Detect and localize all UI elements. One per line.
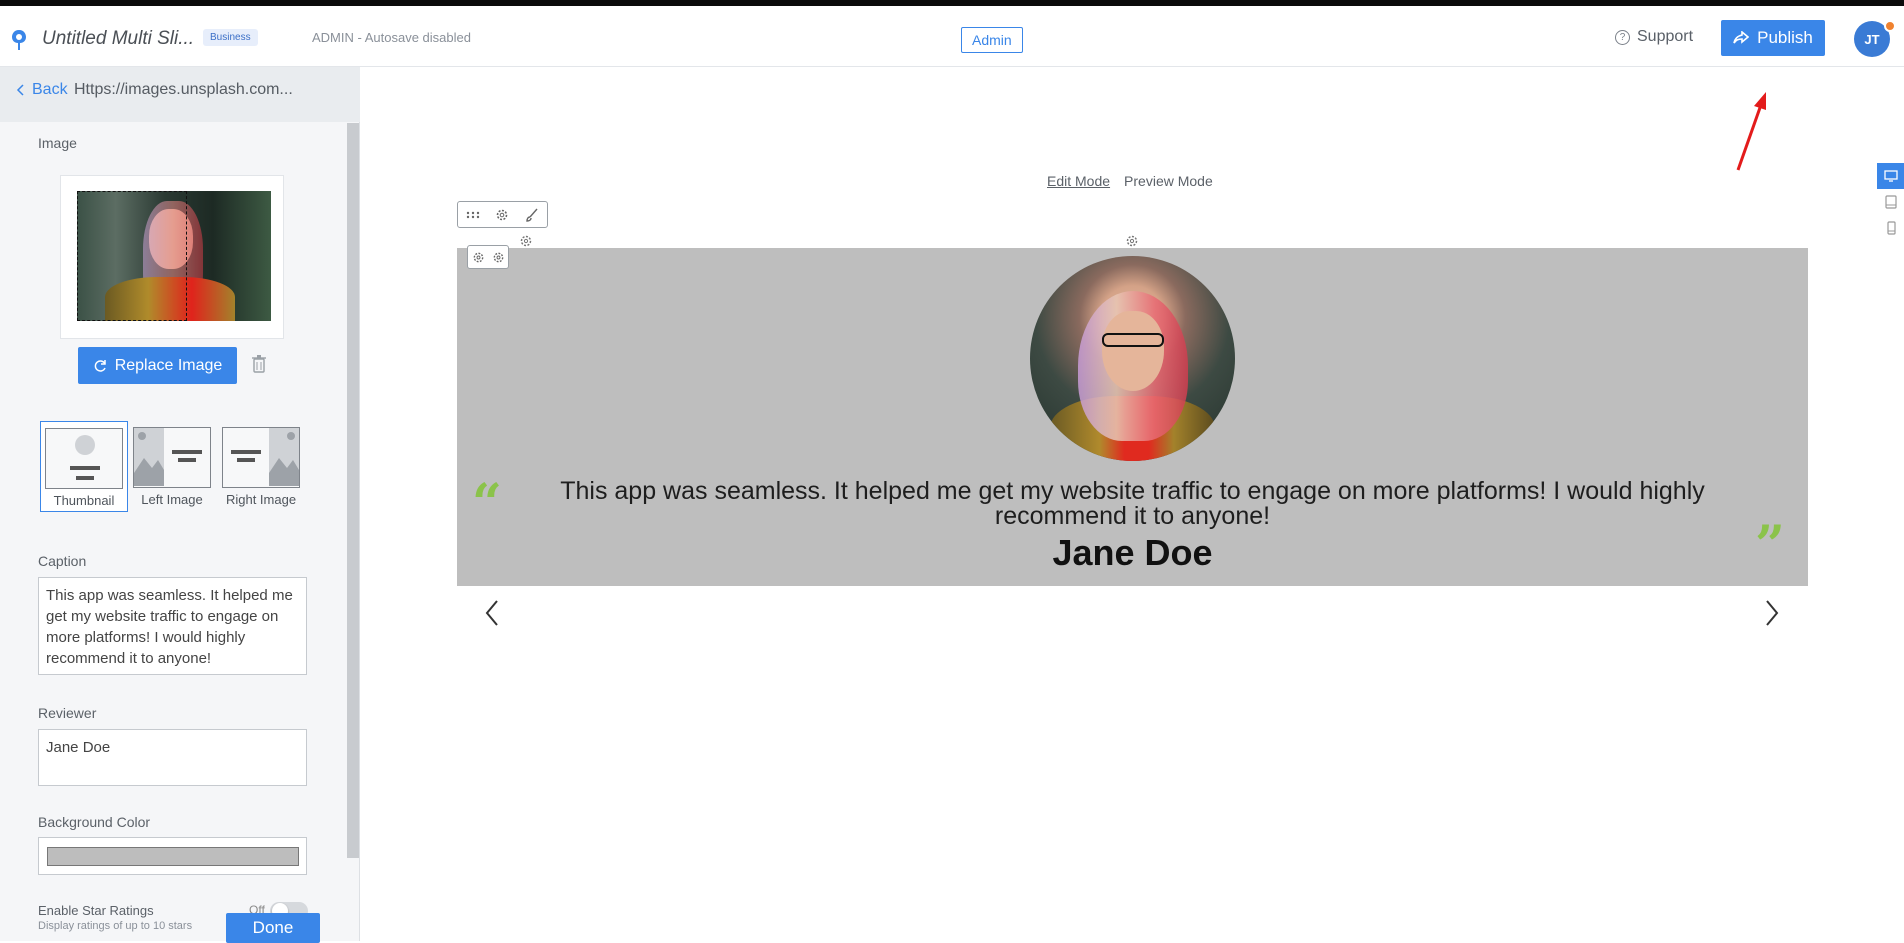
- device-switcher: [1877, 163, 1904, 243]
- back-label: Back: [32, 81, 68, 98]
- testimonial-caption[interactable]: This app was seamless. It helped me get …: [540, 479, 1725, 529]
- reviewer-label: Reviewer: [38, 705, 97, 721]
- crop-frame[interactable]: [77, 191, 187, 321]
- layout-right-label: Right Image: [225, 492, 297, 507]
- sidebar-scrollbar[interactable]: [347, 123, 359, 858]
- refresh-icon: [94, 359, 106, 372]
- slide-toolbar: [467, 245, 509, 269]
- help-icon: ?: [1615, 29, 1630, 45]
- mode-tabs: Edit Mode Preview Mode: [1047, 173, 1213, 189]
- image-url: Https://images.unsplash.com...: [74, 81, 293, 98]
- replace-image-button[interactable]: Replace Image: [78, 347, 237, 384]
- desktop-icon: [1883, 170, 1898, 182]
- app-logo-icon[interactable]: [10, 28, 28, 52]
- section-toolbar: [457, 201, 548, 228]
- tablet-view-button[interactable]: [1877, 189, 1904, 215]
- back-button[interactable]: Back: [16, 81, 68, 99]
- chevron-left-icon: [16, 84, 24, 96]
- open-quote-icon: “: [472, 473, 502, 534]
- admin-button[interactable]: Admin: [961, 27, 1023, 53]
- layout-thumbnail-label: Thumbnail: [53, 493, 115, 508]
- app-header: Untitled Multi Sli... Business ADMIN - A…: [0, 6, 1904, 67]
- bg-color-picker[interactable]: [38, 837, 307, 875]
- mountain-image-icon: [134, 428, 164, 486]
- tablet-icon: [1884, 195, 1897, 209]
- notification-dot: [1884, 20, 1896, 32]
- settings-sidebar: Back Https://images.unsplash.com... Imag…: [0, 67, 360, 943]
- share-icon: [1733, 31, 1750, 44]
- line-decor: [76, 476, 94, 480]
- line-decor: [172, 450, 202, 454]
- tab-preview-mode[interactable]: Preview Mode: [1124, 173, 1213, 189]
- replace-image-label: Replace Image: [114, 356, 223, 374]
- plan-badge: Business: [203, 29, 258, 46]
- image-label: Image: [38, 135, 77, 151]
- annotation-arrow: [1736, 92, 1766, 171]
- publish-label: Publish: [1757, 28, 1813, 47]
- layout-right-image[interactable]: Right Image: [222, 427, 300, 507]
- brush-icon[interactable]: [525, 208, 539, 222]
- back-bar: Back Https://images.unsplash.com...: [0, 67, 360, 122]
- image-preview-card: [60, 175, 284, 339]
- autosave-status: ADMIN - Autosave disabled: [312, 30, 471, 45]
- layout-thumbnail[interactable]: Thumbnail: [40, 421, 128, 512]
- line-decor: [237, 458, 255, 462]
- caption-field[interactable]: This app was seamless. It helped me get …: [38, 577, 307, 675]
- chevron-right-icon[interactable]: [1762, 597, 1782, 629]
- line-decor: [70, 466, 100, 470]
- gear-icon[interactable]: [495, 208, 509, 222]
- mountain-image-icon: [269, 428, 299, 486]
- layout-right-preview: [222, 427, 300, 488]
- support-label: Support: [1637, 28, 1694, 45]
- trash-icon[interactable]: [252, 355, 266, 373]
- tab-edit-mode[interactable]: Edit Mode: [1047, 173, 1110, 189]
- layout-left-label: Left Image: [141, 492, 203, 507]
- bg-color-label: Background Color: [38, 814, 151, 830]
- caption-label: Caption: [38, 553, 87, 569]
- reviewer-photo[interactable]: [1030, 256, 1235, 461]
- done-button[interactable]: Done: [226, 913, 320, 943]
- photo-glasses: [1102, 333, 1164, 347]
- gear-icon[interactable]: [492, 251, 505, 264]
- layout-thumbnail-preview: [45, 428, 123, 489]
- bg-color-swatch: [47, 847, 299, 866]
- close-quote-icon: ”: [1755, 515, 1785, 576]
- star-ratings-label: Enable Star Ratings: [38, 903, 154, 918]
- line-decor: [231, 450, 261, 454]
- image-preview[interactable]: [77, 191, 271, 321]
- support-link[interactable]: ? Support: [1615, 28, 1693, 46]
- star-ratings-sub: Display ratings of up to 10 stars: [38, 920, 193, 932]
- mobile-icon: [1886, 221, 1896, 235]
- line-decor: [178, 458, 196, 462]
- gear-icon[interactable]: [519, 234, 533, 248]
- publish-button[interactable]: Publish: [1721, 20, 1825, 56]
- reviewer-field[interactable]: Jane Doe: [38, 729, 307, 786]
- testimonial-reviewer[interactable]: Jane Doe: [540, 532, 1725, 574]
- thumbnail-circle-icon: [75, 435, 95, 455]
- layout-left-image[interactable]: Left Image: [133, 427, 211, 507]
- photo-face: [1102, 311, 1164, 391]
- gear-icon[interactable]: [1125, 234, 1139, 248]
- site-title[interactable]: Untitled Multi Sli...: [42, 28, 194, 50]
- chevron-left-icon[interactable]: [482, 597, 502, 629]
- mobile-view-button[interactable]: [1877, 215, 1904, 241]
- desktop-view-button[interactable]: [1877, 163, 1904, 189]
- grid-dots-icon[interactable]: [466, 211, 480, 219]
- layout-left-preview: [133, 427, 211, 488]
- gear-icon[interactable]: [472, 251, 485, 264]
